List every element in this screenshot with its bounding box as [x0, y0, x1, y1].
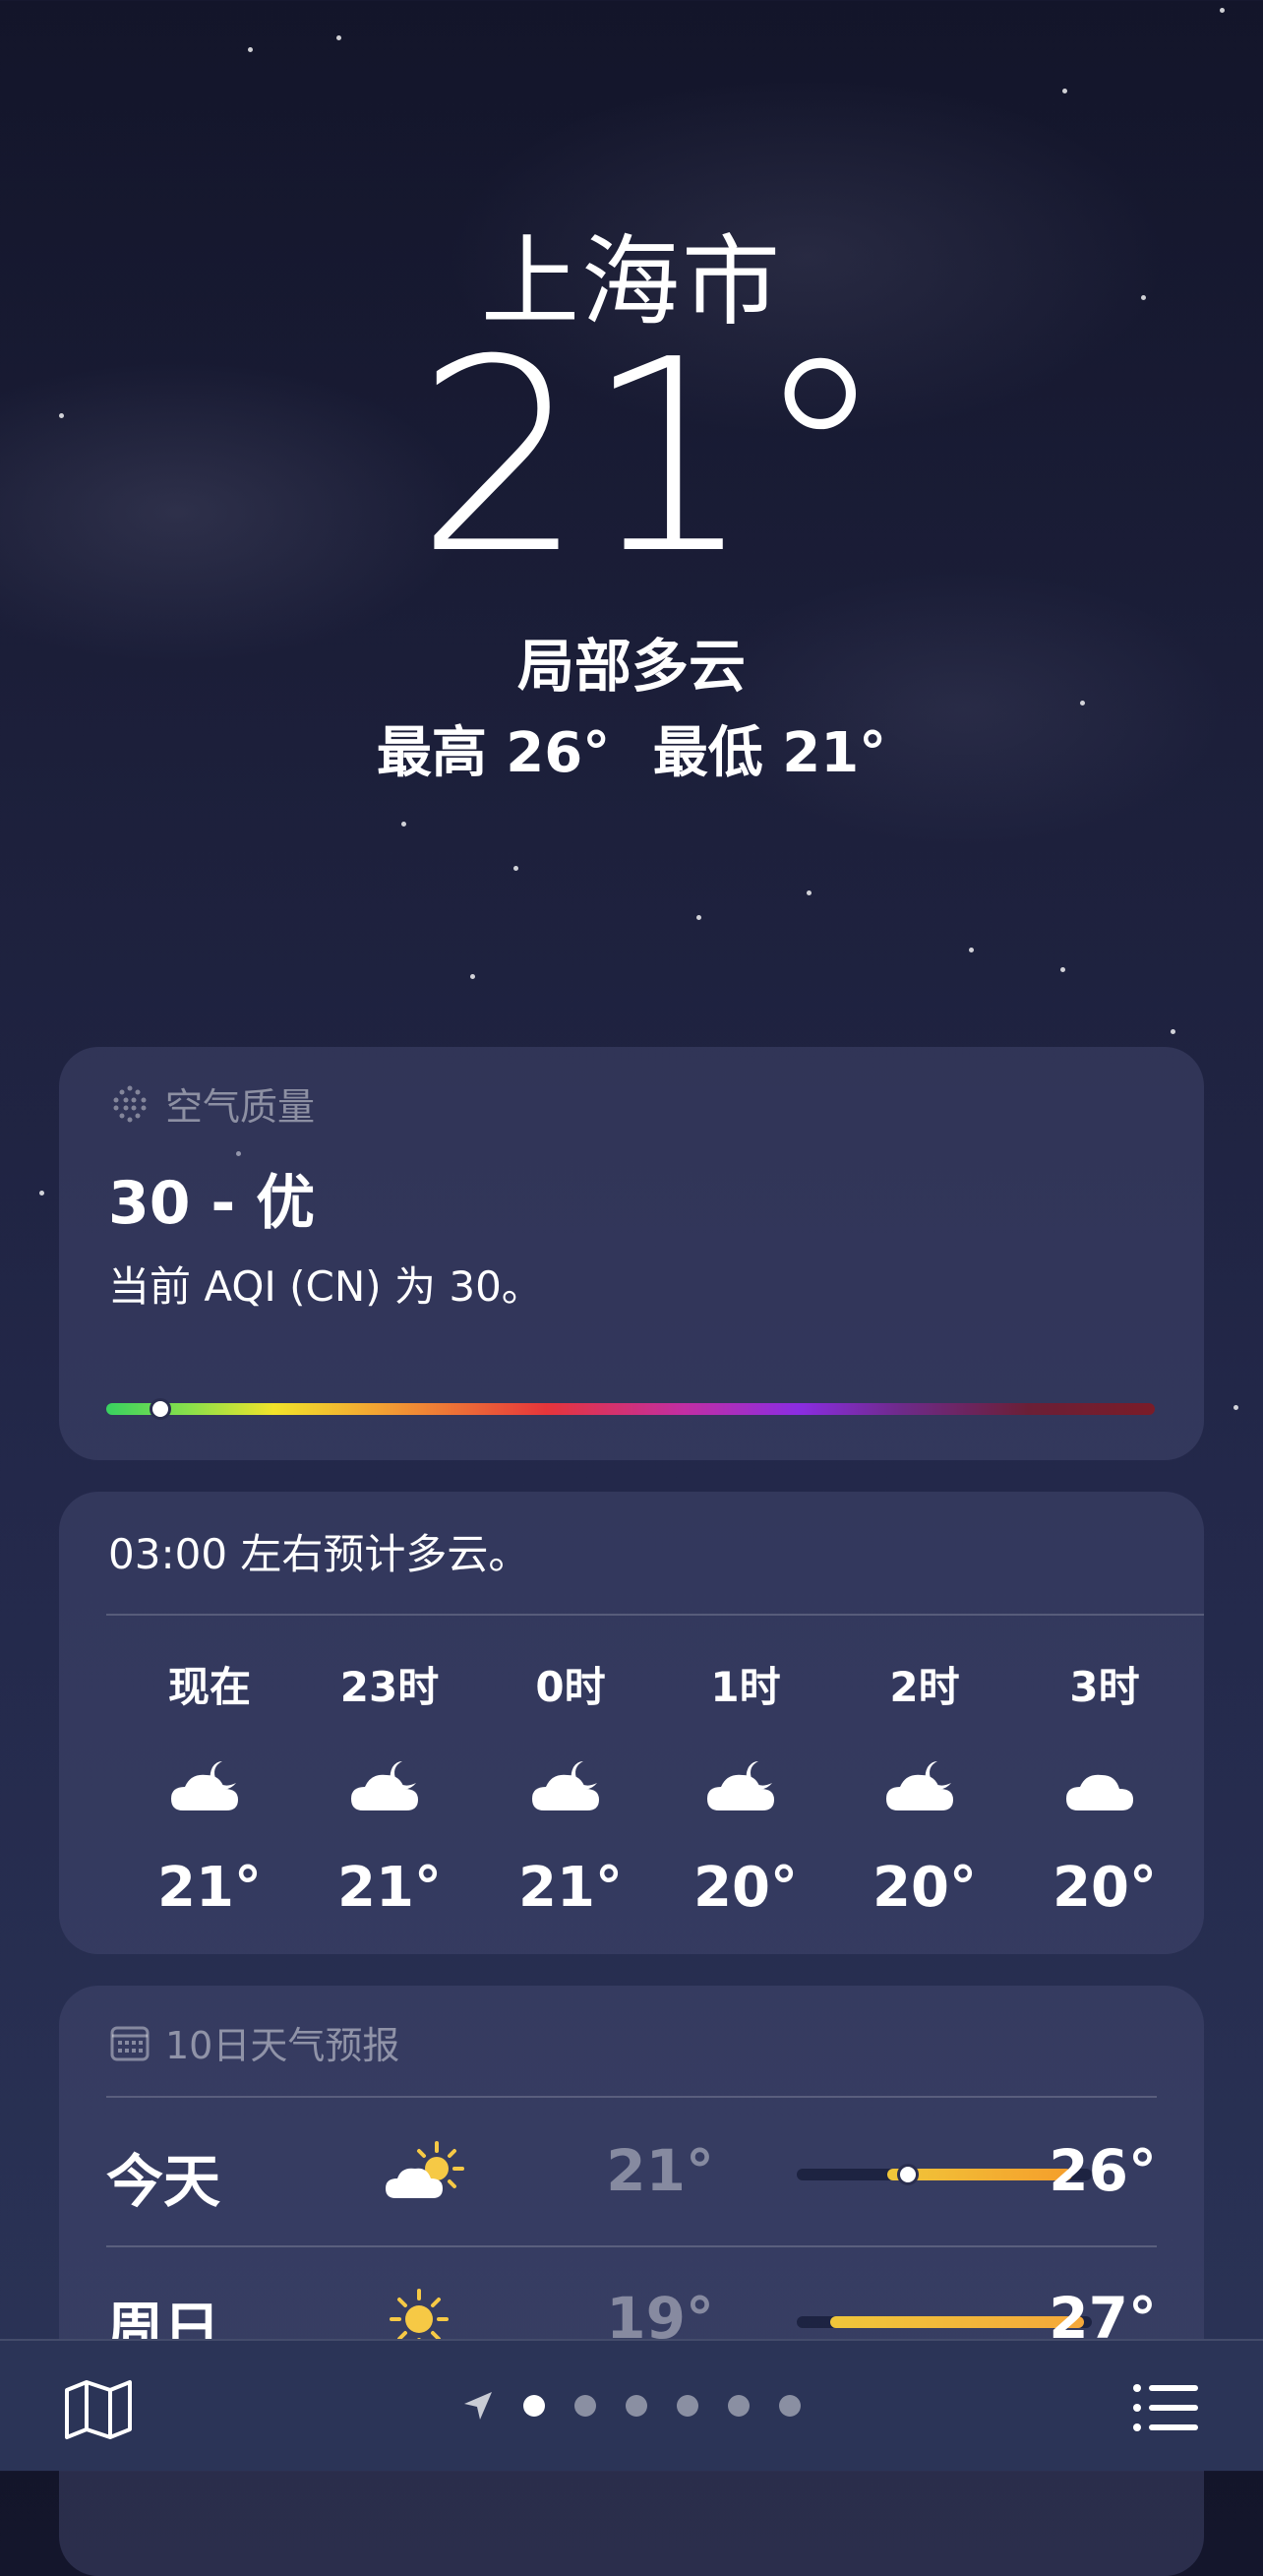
star: [1060, 967, 1065, 972]
star: [1220, 8, 1225, 13]
hour-temperature: 21°: [518, 1856, 623, 1920]
hourly-summary: 03:00 左右预计多云。: [108, 1530, 530, 1578]
aqi-description: 当前 AQI (CN) 为 30。: [108, 1262, 543, 1311]
hour-label: 23时: [339, 1663, 440, 1711]
cloud-moon-icon: [301, 1753, 478, 1816]
star: [336, 35, 341, 40]
star: [1171, 1029, 1175, 1034]
star: [969, 948, 974, 952]
cloud-moon-icon: [121, 1753, 298, 1816]
page-dot[interactable]: [677, 2395, 698, 2417]
page-dot[interactable]: [728, 2395, 750, 2417]
forecast-title: 10日天气预报: [165, 2024, 400, 2067]
cloud-moon-icon: [836, 1753, 1013, 1816]
air-quality-title: 空气质量: [165, 1085, 316, 1129]
page-dot[interactable]: [626, 2395, 647, 2417]
ten-day-forecast-card[interactable]: 10日天气预报 今天 21° 26° 周日 19° 27°: [59, 1986, 1204, 2576]
current-temperature-indicator: [897, 2164, 919, 2185]
low-temperature: 最低 21°: [652, 721, 887, 785]
star: [807, 890, 812, 895]
temperature-range-fill: [830, 2316, 1084, 2328]
high-low: 最高 26° 最低 21°: [0, 708, 1263, 788]
hourly-item: 3时 20°: [1016, 1654, 1193, 1920]
current-temperature: 21°: [415, 302, 887, 612]
page-dot[interactable]: [574, 2395, 596, 2417]
list-icon[interactable]: [1131, 2380, 1200, 2435]
hourly-item: 23时 21°: [301, 1654, 478, 1920]
star: [513, 866, 518, 871]
page-dot[interactable]: [523, 2395, 545, 2417]
hour-label: 2时: [889, 1663, 960, 1711]
star: [248, 47, 253, 52]
hour-label: 1时: [710, 1663, 781, 1711]
hour-temperature: 20°: [1052, 1856, 1157, 1920]
high-temperature: 26°: [1049, 2137, 1157, 2204]
cloud-moon-icon: [482, 1753, 659, 1816]
divider: [106, 1614, 1204, 1616]
cloud-moon-icon: [657, 1753, 834, 1816]
location-arrow-icon: [464, 2392, 492, 2420]
low-temperature: 21°: [606, 2137, 714, 2204]
page-dots: [523, 2395, 801, 2417]
calendar-icon: [110, 2026, 150, 2060]
aqi-scale-bar: [106, 1398, 1155, 1420]
cloud-icon: [1195, 1742, 1204, 1805]
hour-temperature: 21°: [157, 1856, 262, 1920]
aqi-indicator: [149, 1398, 171, 1420]
forecast-row[interactable]: 今天 21° 26°: [106, 2098, 1157, 2245]
star: [1062, 89, 1067, 93]
star: [696, 915, 701, 920]
aqi-value: 30 - 优: [108, 1169, 316, 1238]
hour-label: 0时: [535, 1663, 606, 1711]
hour-label: 4: [1195, 1654, 1204, 1702]
hourly-item: 42: [1195, 1654, 1204, 1908]
hourly-item: 现在 21°: [121, 1654, 298, 1920]
hourly-forecast-card[interactable]: 03:00 左右预计多云。 现在 21° 23时 21° 0时 21° 1时 20° 2时 20°…: [59, 1492, 1204, 1954]
temperature-range-bar: [797, 2316, 1092, 2328]
day-name: 今天: [106, 2148, 221, 2215]
star: [401, 822, 406, 827]
temperature-range-bar: [797, 2164, 1092, 2185]
hourly-item: 1时 20°: [657, 1654, 834, 1920]
star: [470, 974, 475, 979]
air-quality-icon: [113, 1085, 147, 1122]
hour-temperature: 20°: [872, 1856, 977, 1920]
high-temperature: 最高 26°: [376, 721, 611, 785]
hour-temperature: 20°: [693, 1856, 798, 1920]
air-quality-card[interactable]: 空气质量 30 - 优 当前 AQI (CN) 为 30。: [59, 1047, 1204, 1460]
weather-condition: 局部多云: [516, 633, 746, 700]
hourly-item: 0时 21°: [482, 1654, 659, 1920]
forecast-header: 10日天气预报: [108, 2015, 399, 2069]
hour-label: 3时: [1069, 1663, 1140, 1711]
hour-temperature: 21°: [337, 1856, 442, 1920]
star: [1233, 1405, 1238, 1410]
page-dot[interactable]: [779, 2395, 801, 2417]
cloud-icon: [1016, 1753, 1193, 1816]
star: [39, 1191, 44, 1196]
air-quality-header: 空气质量: [108, 1076, 315, 1131]
hour-label: 现在: [167, 1663, 251, 1711]
page-indicator[interactable]: [0, 2341, 1263, 2471]
bottom-toolbar: [0, 2339, 1263, 2471]
hour-temperature: 2: [1195, 1844, 1204, 1908]
hourly-item: 2时 20°: [836, 1654, 1013, 1920]
partly-sunny-icon: [386, 2141, 464, 2198]
